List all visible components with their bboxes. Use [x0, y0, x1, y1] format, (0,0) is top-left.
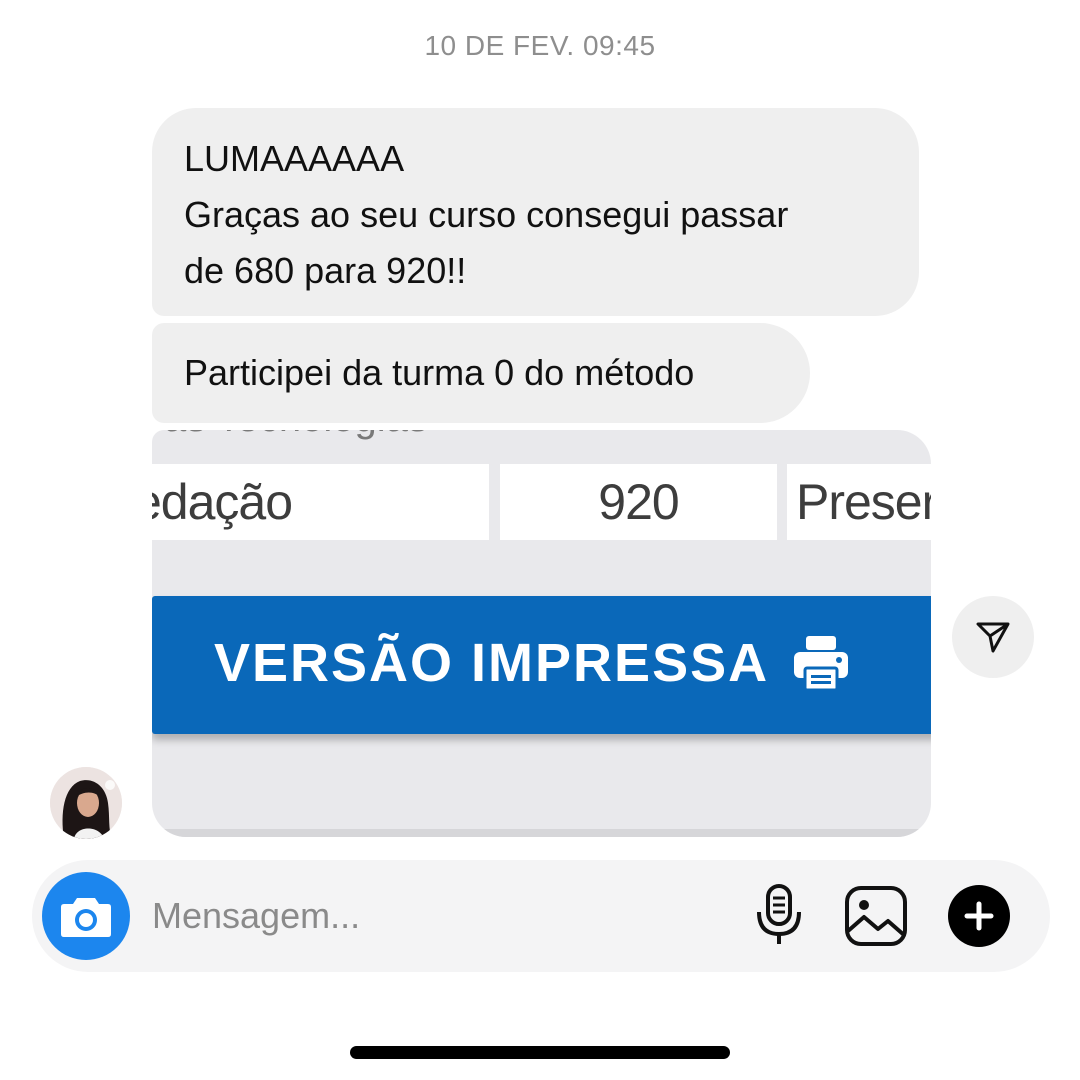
message-bubble-2[interactable]: Participei da turma 0 do método: [152, 323, 810, 423]
score-table-score: 920: [500, 464, 777, 540]
camera-button[interactable]: [42, 872, 130, 960]
message-line-3: de 680 para 920!!: [184, 250, 467, 291]
message-input[interactable]: [152, 892, 712, 940]
message-line-1: LUMAAAAAA: [184, 138, 405, 179]
attachment-bottom-edge: [152, 829, 931, 837]
avatar[interactable]: [50, 767, 122, 839]
camera-icon: [61, 898, 111, 937]
message-line-2: Graças ao seu curso consegui passar: [184, 194, 789, 235]
score-table-subject: edação: [152, 474, 293, 530]
print-version-button: VERSÃO IMPRESSA: [152, 596, 931, 734]
attachment-cutoff-text: as Tecnologias: [164, 430, 428, 441]
share-button[interactable]: [952, 596, 1034, 678]
score-table-status-cell: Preser: [787, 464, 931, 540]
message-composer: [32, 860, 1050, 972]
add-button[interactable]: [948, 885, 1010, 947]
image-icon[interactable]: [844, 885, 908, 947]
score-table-status: Preser: [796, 474, 931, 530]
printer-icon: [794, 636, 848, 692]
home-indicator[interactable]: [350, 1046, 730, 1059]
score-table-subject-cell: edação: [152, 464, 489, 540]
plus-icon: [964, 901, 994, 931]
send-icon: [976, 622, 1010, 653]
print-version-label: VERSÃO IMPRESSA: [214, 633, 770, 693]
message-bubble-1[interactable]: LUMAAAAAA Graças ao seu curso consegui p…: [152, 108, 919, 316]
microphone-icon[interactable]: [754, 884, 804, 948]
message-timestamp: 10 DE FEV. 09:45: [424, 30, 656, 61]
image-attachment[interactable]: as Tecnologias edação 920 Preser VERSÃO …: [152, 430, 931, 837]
profile-photo: [50, 767, 122, 839]
